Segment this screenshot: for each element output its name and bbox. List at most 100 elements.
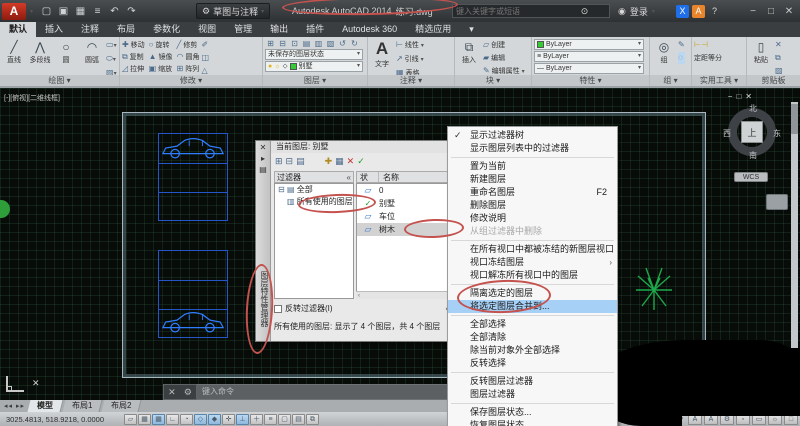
redo-icon[interactable]: ↷ <box>125 6 138 17</box>
mirror-button[interactable]: ▲ 镜像 <box>149 51 173 63</box>
menu-vp-freeze-layer[interactable]: 视口冻结图层 › <box>448 256 617 269</box>
menu-new-layer[interactable]: 新建图层 <box>448 173 617 186</box>
menu-merge-selected-layers-to[interactable]: 将选定图层合并到... <box>448 300 617 313</box>
polar-toggle[interactable]: ◔ <box>180 413 193 425</box>
grid-toggle[interactable]: ▦ <box>152 413 165 425</box>
search-icon[interactable]: ⊙ <box>578 5 591 18</box>
viewcube-south[interactable]: 南 <box>749 150 757 161</box>
close-icon[interactable]: ✕ <box>168 387 176 398</box>
collapse-icon[interactable]: « <box>347 172 351 182</box>
panel-label-layers[interactable]: 图层 ▾ <box>263 75 367 86</box>
explode-button[interactable]: ◫ <box>201 52 209 64</box>
workspace-dropdown[interactable]: ⚙ 草图与注释 ▾ <box>196 3 271 19</box>
new-vp-frozen-layer-icon[interactable]: ▦ <box>335 156 344 167</box>
layer-lock-icon[interactable]: ▥ <box>313 39 324 48</box>
transparency-toggle[interactable]: ▢ <box>278 413 291 425</box>
line-button[interactable]: ╱ 直线 <box>2 39 26 65</box>
menu-rename-layer[interactable]: 重命名图层 F2 <box>448 186 617 199</box>
tab-default[interactable]: 默认 <box>0 22 37 37</box>
copy-button[interactable]: ⧉ 复制 <box>122 51 145 63</box>
menu-layer-filters[interactable]: 图层过滤器 <box>448 388 617 401</box>
scale-button[interactable]: ▣ 缩放 <box>149 63 173 75</box>
tree-expand-icon[interactable]: ⊟ <box>278 185 285 194</box>
layer-row-0[interactable]: ▱ 0 <box>357 184 460 197</box>
plot-icon[interactable]: ≡ <box>91 6 104 17</box>
ortho-toggle[interactable]: ∟ <box>166 413 179 425</box>
edit-block-button[interactable]: ▰ 编辑 <box>483 52 525 64</box>
viewcube-top-face[interactable]: 上 <box>741 121 763 143</box>
tab-output[interactable]: 输出 <box>261 22 297 37</box>
osnap-toggle[interactable]: ◇ <box>194 413 207 425</box>
panel-label-utilities[interactable]: 实用工具 ▾ <box>692 75 746 86</box>
layer-dropdown[interactable]: ● ☼ ⬦ 别墅 ▾ <box>265 61 363 72</box>
palette-title-strip[interactable]: ✕ ▸ ▤ 图层特性管理器 <box>256 141 271 341</box>
navigation-bar-toggle[interactable] <box>766 194 788 210</box>
leader-button[interactable]: ↗ 引线 ▾ <box>396 53 424 66</box>
menu-set-current[interactable]: 置为当前 <box>448 160 617 173</box>
panel-label-draw[interactable]: 绘图 ▾ <box>0 75 119 86</box>
new-layer-icon[interactable]: ✚ <box>325 156 333 167</box>
rotate-button[interactable]: ○ 旋转 <box>149 39 173 51</box>
auto-hide-icon[interactable]: ▸ <box>256 154 270 163</box>
tab-featured-apps[interactable]: 精选应用 <box>406 22 460 37</box>
viewcube-north[interactable]: 北 <box>749 103 757 114</box>
text-button[interactable]: A 文字 <box>370 39 394 69</box>
layer-isolate-icon[interactable]: ⊡ <box>289 39 300 48</box>
wcs-dropdown[interactable]: WCS <box>734 172 768 182</box>
layer-row-shumu[interactable]: ▱ 树木 <box>357 223 460 236</box>
tab-plugins[interactable]: 插件 <box>297 22 333 37</box>
quick-properties-toggle[interactable]: ▤ <box>292 413 305 425</box>
filter-tree[interactable]: ⊟ ▤ 全部 ▥ 所有使用的图层 <box>274 183 354 299</box>
ducs-toggle[interactable]: ⊥ <box>236 413 249 425</box>
paste-button[interactable]: ▯ 粘贴 <box>749 39 773 65</box>
menu-vp-thaw-all[interactable]: 视口解冻所有视口中的图层 <box>448 269 617 282</box>
layer-list[interactable]: ▱ 0 ✓ 别墅 ▱ 车位 ▱ 树木 <box>356 183 461 299</box>
new-group-filter-icon[interactable]: ⊟ <box>286 156 294 167</box>
layer-freeze-icon[interactable]: ▤ <box>301 39 312 48</box>
linear-dim-button[interactable]: ⊢ 线性 ▾ <box>396 39 424 52</box>
autodesk360-icon[interactable]: A <box>692 4 705 18</box>
layout-tab-nav-arrows[interactable]: ◂◂ ▸▸ <box>0 402 29 410</box>
minimize-icon[interactable]: − <box>744 6 762 17</box>
color-dropdown[interactable]: ByLayer ▾ <box>534 39 644 50</box>
copy-clip-icon[interactable]: ⧉ <box>775 52 783 64</box>
fillet-button[interactable]: ◠ 圆角 <box>177 51 200 63</box>
menu-restore-layer-states[interactable]: 恢复图层状态... <box>448 419 617 426</box>
ungroup-icon[interactable]: ✎ <box>678 39 685 51</box>
erase-button[interactable]: ✐ <box>201 39 209 51</box>
column-status[interactable]: 状 <box>357 172 379 182</box>
infer-constraints-toggle[interactable]: ▱ <box>124 413 137 425</box>
panel-label-groups[interactable]: 组 ▾ <box>650 75 691 86</box>
tab-annotate[interactable]: 注释 <box>72 22 108 37</box>
application-menu-button[interactable]: A ▾ <box>2 0 33 22</box>
menu-isolate-selected-layers[interactable]: 隔离选定的图层 <box>448 287 617 300</box>
viewcube-east[interactable]: 东 <box>773 128 781 139</box>
group-edit-icon[interactable]: ◌ <box>678 52 685 64</box>
panel-label-block[interactable]: 块 ▾ <box>455 75 531 86</box>
tree-node-all-used[interactable]: ▥ 所有使用的图层 <box>275 196 353 208</box>
create-block-button[interactable]: ▱ 创建 <box>483 39 525 51</box>
move-button[interactable]: ✚ 移动 <box>122 39 145 51</box>
menu-show-filter-tree[interactable]: ✓ 显示过滤器树 <box>448 129 617 142</box>
stretch-button[interactable]: ◿ 拉伸 <box>122 63 145 75</box>
linetype-dropdown[interactable]: — ByLayer ▾ <box>534 63 644 74</box>
tab-insert[interactable]: 插入 <box>36 22 72 37</box>
help-icon[interactable]: ? <box>708 5 721 18</box>
customize-icon[interactable]: ⚙ <box>184 387 192 398</box>
search-input[interactable] <box>456 6 574 16</box>
tree-node-all[interactable]: ⊟ ▤ 全部 <box>275 184 353 196</box>
panel-label-modify[interactable]: 修改 ▾ <box>120 75 262 86</box>
circle-button[interactable]: ○ 圆 <box>54 39 78 65</box>
trim-button[interactable]: ╱ 修剪 <box>177 39 200 51</box>
maximize-icon[interactable]: □ <box>762 6 780 17</box>
invert-filter-checkbox[interactable] <box>274 304 282 313</box>
snap-toggle[interactable]: ▦ <box>138 413 151 425</box>
layer-off-icon[interactable]: ⊟ <box>277 39 288 48</box>
menu-invert-layer-filter[interactable]: 反转图层过滤器 <box>448 375 617 388</box>
menu-save-layer-states[interactable]: 保存图层状态... <box>448 406 617 419</box>
tab-model[interactable]: 模型 <box>27 400 64 412</box>
tab-manage[interactable]: 管理 <box>225 22 261 37</box>
tab-layout2[interactable]: 布局2 <box>101 400 143 412</box>
tab-autodesk360[interactable]: Autodesk 360 <box>333 22 406 37</box>
help-search-field[interactable]: ⊙ <box>452 4 610 18</box>
